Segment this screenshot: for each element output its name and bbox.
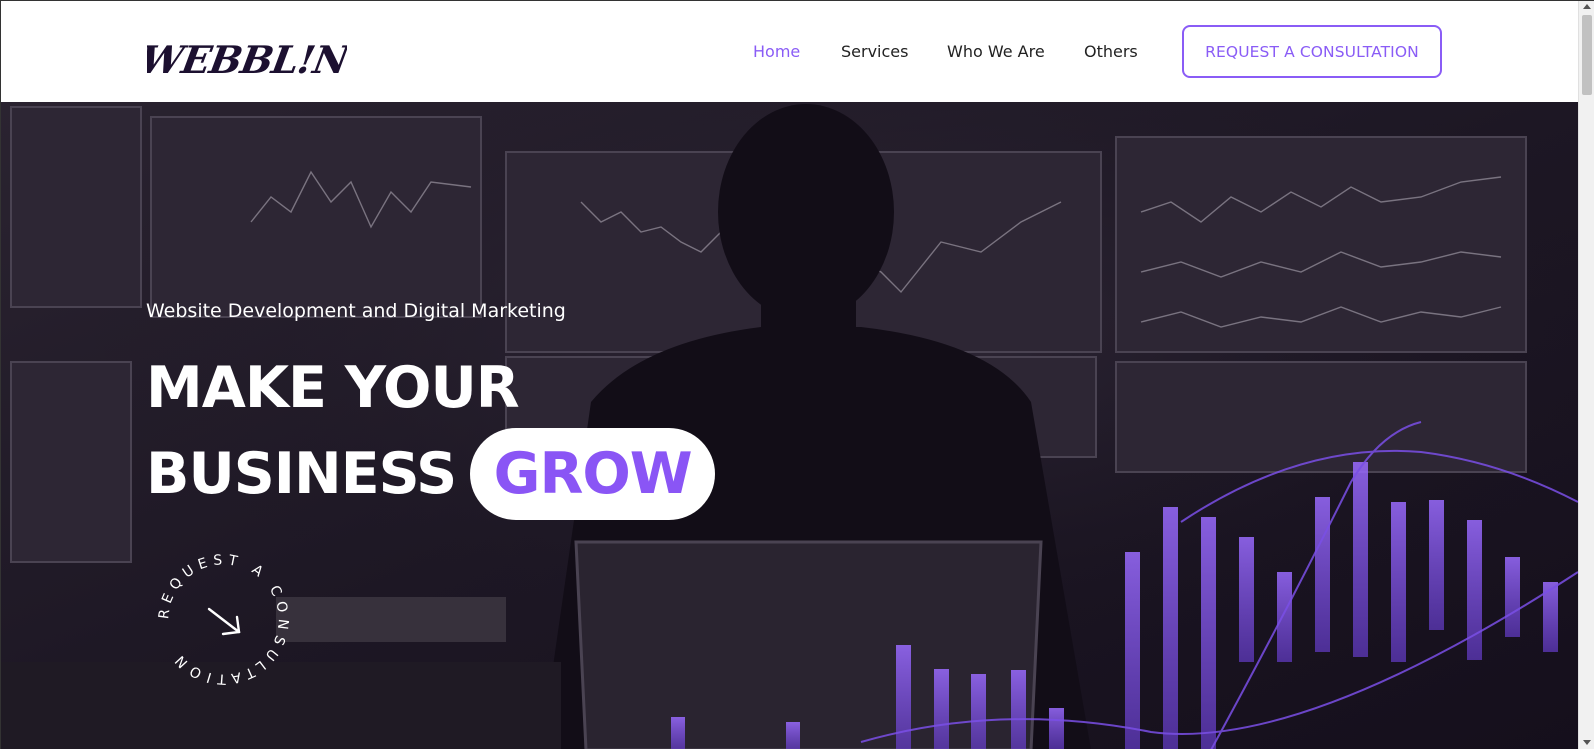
page-scrollbar[interactable] [1578, 1, 1594, 749]
scroll-down-arrow-icon[interactable] [1583, 740, 1591, 745]
nav-home[interactable]: Home [753, 42, 800, 61]
hero-headline: MAKE YOUR BUSINESS GROW [146, 348, 716, 520]
nav-others[interactable]: Others [1084, 42, 1138, 61]
circular-consultation-badge[interactable]: REQUEST A CONSULTATION [151, 547, 296, 692]
site-header: WEBBL!NG Home Services Who We Are Others… [1, 1, 1578, 102]
request-consultation-button[interactable]: REQUEST A CONSULTATION [1182, 25, 1442, 78]
hero-section: Website Development and Digital Marketin… [1, 102, 1578, 749]
site-logo[interactable]: WEBBL!NG [147, 23, 347, 83]
page: WEBBL!NG Home Services Who We Are Others… [0, 0, 1594, 749]
nav-who-we-are[interactable]: Who We Are [947, 42, 1045, 61]
nav-services[interactable]: Services [841, 42, 908, 61]
scroll-up-arrow-icon[interactable] [1583, 4, 1591, 9]
logo-wordmark: WEBBL!NG [147, 38, 347, 83]
scroll-thumb[interactable] [1582, 15, 1592, 95]
headline-business: BUSINESS [146, 441, 457, 507]
headline-grow-pill: GROW [470, 428, 716, 520]
hero-text-block: Website Development and Digital Marketin… [146, 300, 716, 520]
headline-line-1: MAKE YOUR [146, 355, 520, 421]
arrow-down-right-icon [207, 607, 241, 636]
hero-kicker: Website Development and Digital Marketin… [146, 300, 566, 322]
headline-line-2: BUSINESS GROW [146, 428, 716, 520]
